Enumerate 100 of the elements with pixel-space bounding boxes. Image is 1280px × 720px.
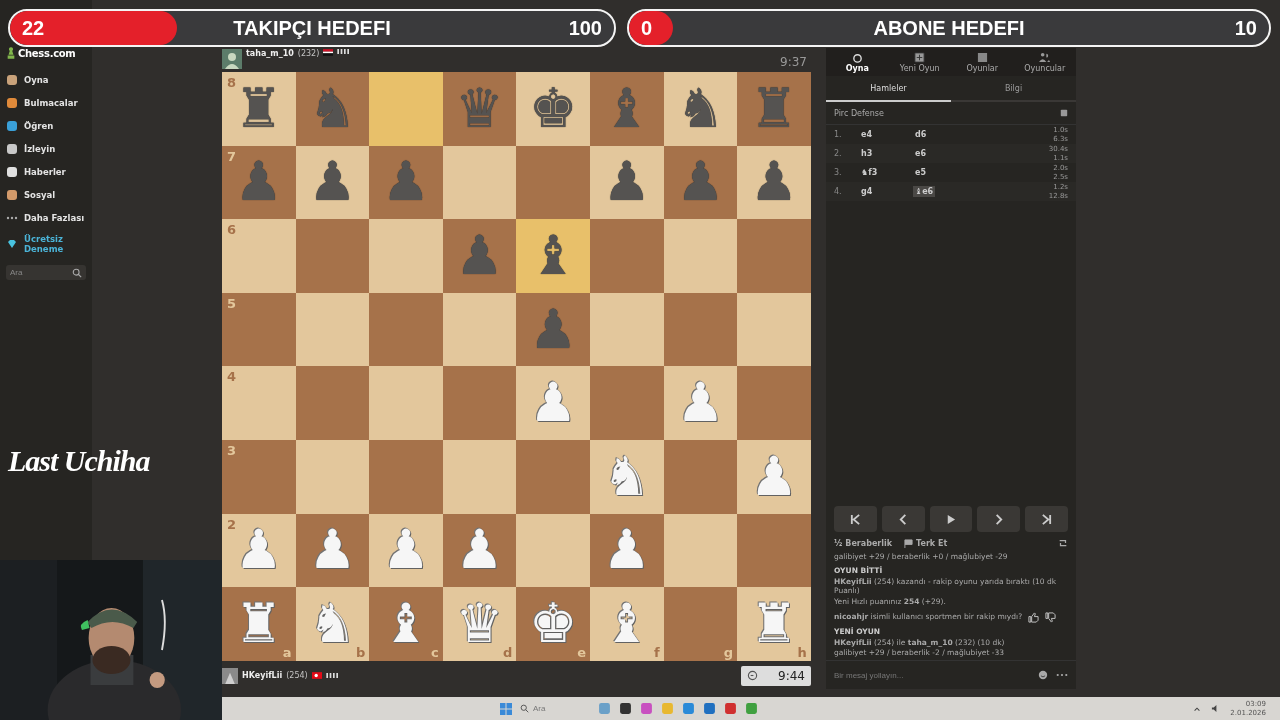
nav-item[interactable]: İzleyin	[6, 137, 86, 160]
chess-piece[interactable]: ♚	[528, 81, 578, 136]
chess-piece[interactable]: ♟	[308, 155, 357, 210]
board-square[interactable]	[442, 366, 517, 440]
board-square[interactable]	[737, 292, 811, 367]
action-button[interactable]: Terk Et	[904, 538, 948, 548]
chess-piece[interactable]: ♟	[602, 523, 651, 578]
back-icon	[897, 513, 909, 525]
last-icon	[1041, 513, 1053, 525]
board-square[interactable]: g	[663, 587, 738, 661]
last-button[interactable]	[1025, 506, 1068, 532]
board-square[interactable]	[295, 366, 370, 440]
board-square[interactable]: ♝	[516, 219, 590, 293]
tab[interactable]: Oyna	[826, 48, 889, 76]
flag-icon	[904, 538, 914, 548]
board-square[interactable]: 3	[222, 439, 296, 514]
board-square[interactable]	[369, 292, 443, 367]
nav-item[interactable]: Öğren	[6, 114, 86, 137]
first-button[interactable]	[834, 506, 877, 532]
move[interactable]: ♞f3	[859, 167, 913, 178]
nav-item[interactable]: Haberler	[6, 160, 86, 183]
rank-label: 8	[227, 75, 237, 90]
board-square[interactable]	[663, 292, 738, 367]
opening-name[interactable]: Pirc Defense	[834, 108, 884, 118]
flag-icon	[311, 672, 322, 680]
board-square[interactable]	[663, 219, 738, 293]
move-number: 3.	[834, 168, 843, 177]
search-field[interactable]: Ara	[6, 265, 86, 280]
player-name[interactable]: taha_m_10	[246, 49, 294, 58]
chess-piece[interactable]: ♟	[308, 523, 357, 578]
chess-piece[interactable]: ♜	[234, 81, 283, 136]
board-square[interactable]: ♟	[737, 145, 811, 220]
chess-piece[interactable]: ♞	[676, 81, 725, 136]
logo[interactable]: Chess.com	[18, 47, 76, 59]
board-square[interactable]	[737, 513, 811, 588]
board-square[interactable]: ♟	[589, 145, 664, 220]
board-square[interactable]	[295, 292, 370, 367]
board-square[interactable]: ♟	[442, 513, 517, 588]
goal-count: 0	[641, 16, 653, 40]
board-square[interactable]	[442, 292, 517, 367]
nav-item[interactable]: Oyna	[6, 68, 86, 91]
nav-item[interactable]: Ücretsiz Deneme	[6, 229, 86, 259]
player-name[interactable]: HKeyifLii	[242, 671, 283, 681]
move[interactable]: e4	[859, 129, 913, 140]
board-square[interactable]	[516, 513, 590, 588]
search-field[interactable]: Ara	[533, 704, 589, 713]
action-button[interactable]: ½ Beraberlik	[834, 538, 893, 548]
tab[interactable]: Yeni Oyun	[888, 48, 951, 76]
board-square[interactable]	[295, 219, 370, 293]
clock-time: 9:44	[778, 668, 805, 683]
chess-piece[interactable]: ♟	[602, 155, 651, 210]
chess-piece[interactable]: ♟	[455, 523, 504, 578]
flip-board-icon[interactable]	[1058, 538, 1068, 548]
move[interactable]: ♝e6	[913, 186, 936, 197]
board-square[interactable]: ♞	[663, 72, 738, 146]
move[interactable]: h3	[859, 148, 913, 159]
move[interactable]: g4	[859, 186, 913, 197]
tab[interactable]: Oyunlar	[951, 48, 1014, 76]
thumbs-up-icon[interactable]	[1028, 611, 1040, 623]
board-square[interactable]	[516, 145, 590, 220]
chess-piece[interactable]: ♟	[749, 155, 799, 210]
gem-icon	[6, 238, 18, 250]
board-square[interactable]: 4	[222, 366, 296, 440]
thumbs-down-icon[interactable]	[1045, 611, 1057, 623]
nav-item[interactable]: Daha Fazlası	[6, 206, 86, 229]
board-square[interactable]: ♟	[295, 145, 370, 220]
forward-button[interactable]	[977, 506, 1021, 532]
move[interactable]: d6	[913, 129, 967, 140]
board-square[interactable]: ♟	[589, 513, 664, 588]
emoji-icon[interactable]	[1038, 670, 1048, 680]
back-button[interactable]	[881, 506, 925, 532]
board-square[interactable]	[663, 513, 738, 588]
tab[interactable]: Oyuncular	[1013, 48, 1076, 76]
chess-piece[interactable]: ♜	[234, 596, 283, 651]
chess-piece[interactable]: ♝	[528, 229, 578, 283]
search-icon	[520, 704, 529, 713]
chess-piece[interactable]: ♚	[528, 596, 578, 651]
file-label: a	[282, 644, 292, 660]
board-square[interactable]	[663, 439, 738, 514]
forward-icon	[993, 513, 1005, 525]
board-square[interactable]: 6	[222, 219, 296, 293]
message-field[interactable]: Bir mesaj yollayın...	[834, 670, 1030, 680]
board-square[interactable]	[442, 439, 517, 514]
play-button[interactable]	[929, 506, 973, 532]
move[interactable]: e6	[913, 148, 967, 159]
board-square[interactable]	[589, 292, 664, 367]
board-square[interactable]: ♟	[295, 513, 370, 588]
board-square[interactable]	[442, 145, 517, 220]
chess-piece[interactable]: ♝	[381, 596, 431, 651]
board-square[interactable]: ♚	[516, 72, 590, 146]
windows-icon[interactable]	[500, 702, 512, 715]
board-square[interactable]	[295, 439, 370, 514]
nav-item[interactable]: Sosyal	[6, 183, 86, 206]
app-icon[interactable]	[619, 702, 632, 715]
nav-item[interactable]: Bulmacalar	[6, 91, 86, 114]
tab[interactable]: Bilgi	[951, 76, 1076, 102]
board-square[interactable]: 5	[222, 292, 296, 367]
tab[interactable]: Hamleler	[826, 76, 951, 102]
more-icon[interactable]	[1056, 673, 1068, 677]
move[interactable]: e5	[913, 167, 967, 178]
